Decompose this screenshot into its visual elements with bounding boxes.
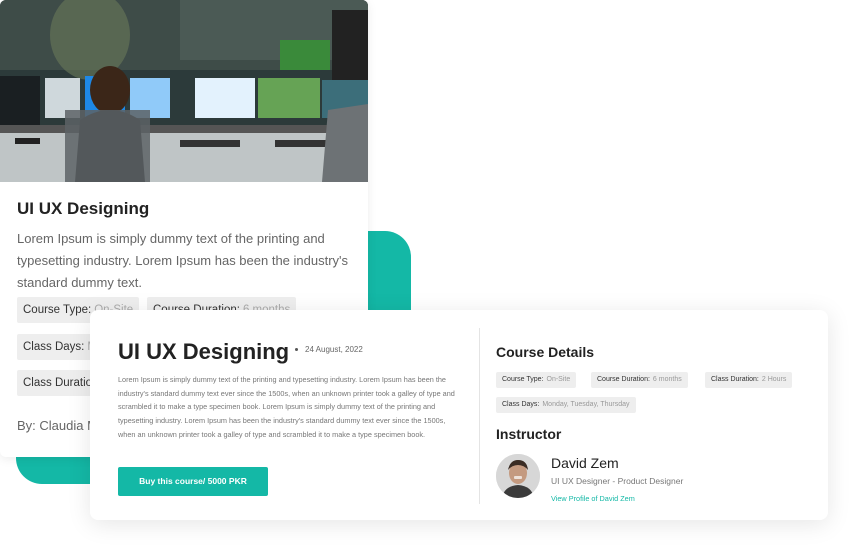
- instructor-name: David Zem: [551, 455, 619, 471]
- course-author: By: Claudia M: [17, 418, 98, 433]
- chip-class-days: Class Days:M: [17, 334, 97, 360]
- course-date: 24 August, 2022: [305, 345, 363, 354]
- instructor-heading: Instructor: [496, 426, 562, 442]
- detail-chip-class-days: Class Days: Monday, Tuesday, Thursday: [496, 397, 636, 413]
- detail-chip-class-duration: Class Duration: 2 Hours: [705, 372, 793, 388]
- instructor-role: UI UX Designer - Product Designer: [551, 476, 684, 486]
- chip-label: Class Duration:: [711, 376, 759, 383]
- chip-class-duration: Class Duration: [17, 370, 97, 396]
- chip-value: 6 months: [652, 376, 682, 383]
- separator-dot: [295, 348, 298, 351]
- chip-value: On-Site: [546, 376, 571, 383]
- chip-label: Course Type:: [502, 376, 544, 383]
- chip-label: Class Duration: [23, 377, 97, 389]
- detail-chip-course-duration: Course Duration: 6 months: [591, 372, 688, 388]
- course-detail-description: Lorem Ipsum is simply dummy text of the …: [118, 375, 455, 439]
- chip-label: Course Duration:: [597, 376, 650, 383]
- instructor-avatar: [496, 454, 540, 498]
- chip-value: Monday, Tuesday, Thursday: [542, 401, 630, 408]
- chip-value: 2 Hours: [761, 376, 787, 383]
- course-title: UI UX Designing: [17, 199, 150, 218]
- course-photo: [0, 0, 368, 182]
- column-divider: [479, 328, 480, 504]
- course-details-heading: Course Details: [496, 344, 595, 360]
- chip-label: Class Days:: [502, 401, 540, 408]
- course-detail-card: UI UX Designing 24 August, 2022 Lorem Ip…: [90, 310, 828, 520]
- chip-label: Course Type:: [23, 304, 92, 316]
- detail-chip-course-type: Course Type: On-Site: [496, 372, 577, 388]
- course-description: Lorem Ipsum is simply dummy text of the …: [17, 231, 349, 290]
- buy-course-button[interactable]: Buy this course/ 5000 PKR: [118, 467, 268, 496]
- instructor-profile-link[interactable]: View Profile of David Zem: [551, 494, 635, 503]
- course-detail-title: UI UX Designing: [118, 339, 290, 364]
- chip-label: Class Days:: [23, 341, 85, 353]
